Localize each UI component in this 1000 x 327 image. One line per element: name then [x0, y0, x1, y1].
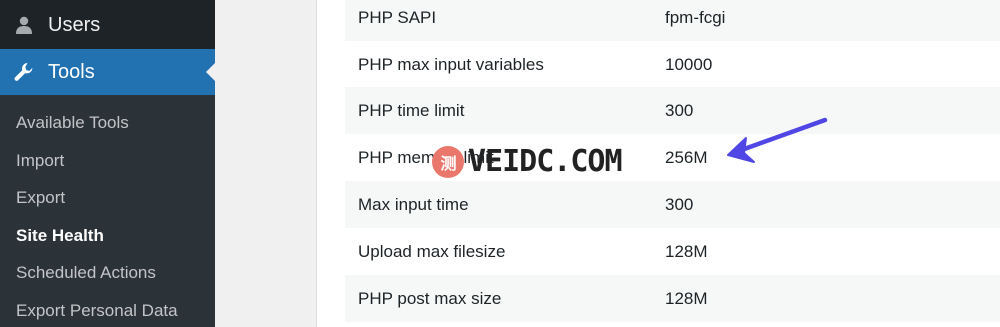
current-menu-pointer	[206, 63, 215, 81]
site-health-info-table: PHP SAPI fpm-fcgi PHP max input variable…	[316, 0, 1000, 327]
tools-submenu: Available Tools Import Export Site Healt…	[0, 95, 215, 327]
row-value: 300	[665, 194, 694, 214]
row-value: 128M	[665, 288, 708, 308]
table-row: Upload max filesize 128M	[345, 228, 1000, 275]
watermark-text: VEIDC.COM	[468, 144, 623, 179]
table-row: PHP max input variables 10000	[345, 41, 1000, 88]
row-value: 10000	[665, 54, 713, 74]
watermark-seal: 测	[432, 145, 464, 178]
row-value: 256M	[665, 147, 708, 167]
table-row: Max input time 300	[345, 181, 1000, 228]
watermark-logo: 测 VEIDC.COM	[432, 144, 623, 179]
submenu-site-health[interactable]: Site Health	[16, 226, 104, 246]
users-icon	[13, 14, 35, 36]
arrow-icon	[727, 117, 828, 163]
menu-item-tools[interactable]: Tools	[0, 49, 215, 95]
row-label: Upload max filesize	[358, 241, 506, 261]
table-row: PHP time limit 300	[345, 87, 1000, 134]
submenu-export[interactable]: Export	[16, 188, 65, 208]
row-label: PHP time limit	[358, 100, 465, 120]
wrench-icon	[13, 61, 35, 83]
submenu-scheduled-actions[interactable]: Scheduled Actions	[16, 263, 156, 283]
row-label: PHP post max size	[358, 288, 502, 308]
table-row: PHP SAPI fpm-fcgi	[345, 0, 1000, 41]
row-label: Max input time	[358, 194, 469, 214]
table-row: PHP post max size 128M	[345, 275, 1000, 322]
admin-sidebar: Users Tools Available Tools Import Expor…	[0, 0, 215, 327]
menu-item-users[interactable]: Users	[0, 2, 215, 48]
submenu-import[interactable]: Import	[16, 151, 64, 171]
menu-item-users-label: Users	[48, 13, 101, 36]
submenu-export-personal-data[interactable]: Export Personal Data	[16, 301, 178, 321]
menu-item-tools-label: Tools	[48, 60, 95, 83]
row-value: fpm-fcgi	[665, 7, 726, 27]
row-value: 128M	[665, 241, 708, 261]
row-label: PHP SAPI	[358, 7, 437, 27]
row-label: PHP max input variables	[358, 54, 544, 74]
row-value: 300	[665, 100, 694, 120]
submenu-available-tools[interactable]: Available Tools	[16, 113, 129, 133]
content-gutter	[215, 0, 316, 327]
